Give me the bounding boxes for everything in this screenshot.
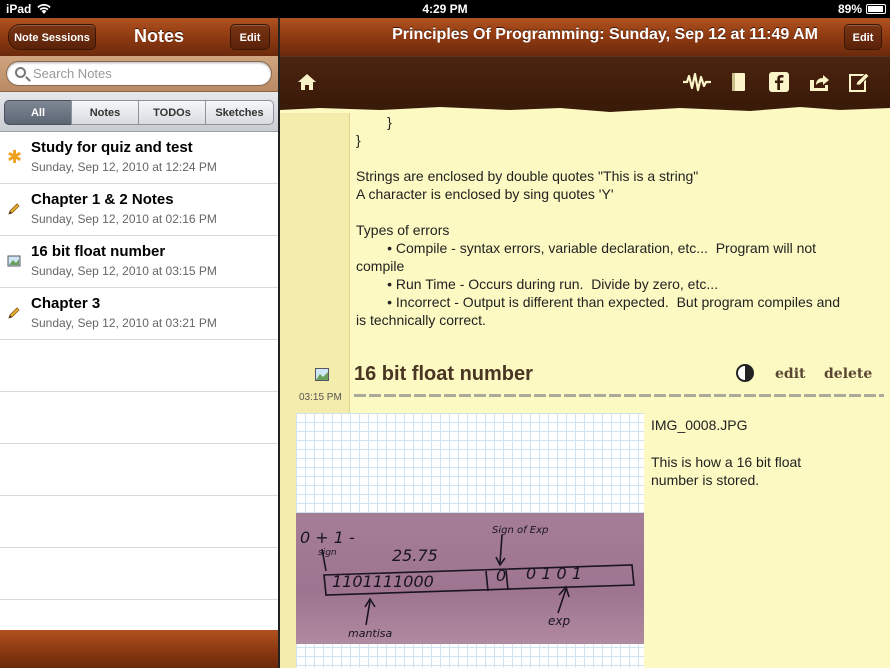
book-icon[interactable] xyxy=(728,71,750,93)
home-icon[interactable] xyxy=(296,71,318,93)
delete-section-button[interactable]: delete xyxy=(824,366,872,382)
record-audio-icon[interactable] xyxy=(682,71,712,93)
sketch-image[interactable]: 0 + 1 - sign 25.75 Sign of Exp 110111100… xyxy=(296,413,644,668)
note-body-line: • Compile - syntax errors, variable decl… xyxy=(356,240,817,256)
note-date: Sunday, Sep 12, 2010 at 03:21 PM xyxy=(31,316,217,330)
note-body-line: is technically correct. xyxy=(356,312,486,328)
handwriting-value: 25.75 xyxy=(392,546,438,565)
search-icon xyxy=(15,67,26,78)
status-bar: iPad 4:29 PM 89% xyxy=(0,0,890,18)
clock: 4:29 PM xyxy=(422,2,468,16)
notes-edit-button[interactable]: Edit xyxy=(230,24,270,50)
toolbar xyxy=(280,56,890,106)
note-paper[interactable]: } } Strings are enclosed by double quote… xyxy=(280,113,890,668)
search-bar: Search Notes xyxy=(0,56,278,92)
compose-icon[interactable] xyxy=(848,71,870,93)
image-filename: IMG_0008.JPG xyxy=(651,417,748,433)
section-title: 16 bit float number xyxy=(354,363,533,385)
handwriting-sign-exp-label: Sign of Exp xyxy=(492,525,548,536)
note-date: Sunday, Sep 12, 2010 at 03:15 PM xyxy=(31,264,217,278)
segment-sketches[interactable]: Sketches xyxy=(205,100,274,125)
empty-row xyxy=(0,548,278,600)
handwritten-photo: 0 + 1 - sign 25.75 Sign of Exp 110111100… xyxy=(296,513,644,644)
battery-icon xyxy=(866,4,886,14)
note-body-line: } xyxy=(356,114,392,130)
note-title: Study for quiz and test xyxy=(31,139,193,156)
list-item[interactable]: Chapter 1 & 2 Notes Sunday, Sep 12, 2010… xyxy=(0,184,278,236)
list-item[interactable]: Chapter 3 Sunday, Sep 12, 2010 at 03:21 … xyxy=(0,288,278,340)
handwriting-sign-label: sign xyxy=(318,548,337,558)
note-sessions-back-button[interactable]: Note Sessions xyxy=(8,24,96,50)
image-description: This is how a 16 bit float number is sto… xyxy=(651,454,802,488)
handwriting-exp-label: exp xyxy=(548,614,570,628)
left-footer-bar xyxy=(0,630,278,668)
section-divider xyxy=(354,394,884,397)
list-item[interactable]: ✱ Study for quiz and test Sunday, Sep 12… xyxy=(0,132,278,184)
note-title: Chapter 1 & 2 Notes xyxy=(31,191,174,208)
note-body-line: • Run Time - Occurs during run. Divide b… xyxy=(356,276,719,292)
empty-row xyxy=(0,444,278,496)
sketch-icon xyxy=(7,254,21,268)
contrast-icon[interactable] xyxy=(736,364,754,382)
segment-notes[interactable]: Notes xyxy=(71,100,139,125)
pencil-icon xyxy=(7,202,21,216)
segment-todos[interactable]: TODOs xyxy=(138,100,206,125)
torn-paper-edge xyxy=(280,103,890,113)
segment-all[interactable]: All xyxy=(4,100,72,125)
session-title: Principles Of Programming: Sunday, Sep 1… xyxy=(392,26,818,43)
facebook-icon[interactable] xyxy=(768,71,790,93)
empty-row xyxy=(0,496,278,548)
notes-list-pane: Note Sessions Notes Edit Search Notes Al… xyxy=(0,18,278,668)
session-edit-button[interactable]: Edit xyxy=(844,24,882,50)
note-body-line: Strings are enclosed by double quotes "T… xyxy=(356,168,699,184)
notes-title: Notes xyxy=(133,26,184,46)
note-body-line: • Incorrect - Output is different than e… xyxy=(356,294,840,310)
section-timestamp: 03:15 PM xyxy=(299,392,342,403)
share-icon[interactable] xyxy=(808,71,830,93)
note-date: Sunday, Sep 12, 2010 at 02:16 PM xyxy=(31,212,217,226)
note-body-line: compile xyxy=(356,258,405,274)
right-navigation-bar: Principles Of Programming: Sunday, Sep 1… xyxy=(280,18,890,56)
note-body-line: A character is enclosed by sing quotes '… xyxy=(356,186,614,202)
sketch-icon xyxy=(315,368,329,381)
asterisk-icon: ✱ xyxy=(7,147,23,167)
note-body-line: Types of errors xyxy=(356,222,450,238)
empty-row xyxy=(0,392,278,444)
note-body-line: } xyxy=(356,132,361,148)
note-date: Sunday, Sep 12, 2010 at 12:24 PM xyxy=(31,160,217,174)
pencil-icon xyxy=(7,306,21,320)
list-item[interactable]: 16 bit float number Sunday, Sep 12, 2010… xyxy=(0,236,278,288)
search-input[interactable]: Search Notes xyxy=(6,61,272,86)
note-list: ✱ Study for quiz and test Sunday, Sep 12… xyxy=(0,132,278,600)
note-title: 16 bit float number xyxy=(31,243,166,260)
filter-segmented-control: All Notes TODOs Sketches xyxy=(0,92,278,132)
edit-section-button[interactable]: edit xyxy=(775,366,805,382)
handwriting-drawing: 0 + 1 - sign 25.75 Sign of Exp 110111100… xyxy=(300,525,635,640)
handwriting-formula: 0 + 1 - xyxy=(300,528,355,547)
handwriting-mantissa-label: mantisa xyxy=(348,627,393,640)
left-navigation-bar: Note Sessions Notes Edit xyxy=(0,18,278,56)
search-placeholder: Search Notes xyxy=(33,66,112,81)
empty-row xyxy=(0,340,278,392)
note-detail-pane: Principles Of Programming: Sunday, Sep 1… xyxy=(280,18,890,668)
note-title: Chapter 3 xyxy=(31,295,101,312)
battery-percentage: 89% xyxy=(837,2,862,16)
